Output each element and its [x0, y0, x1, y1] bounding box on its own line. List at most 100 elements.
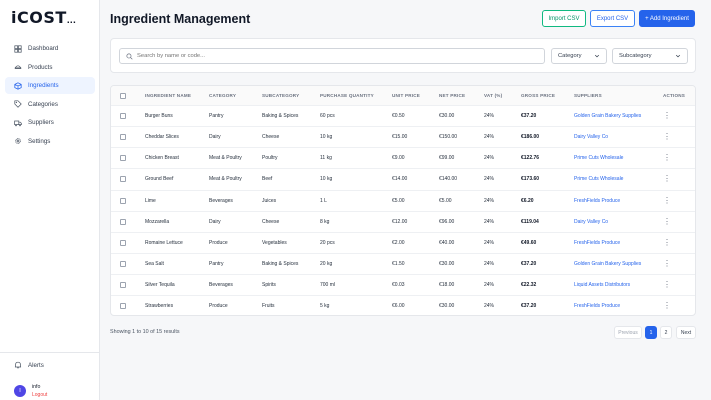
row-checkbox[interactable] [120, 197, 126, 204]
column-header: ACTIONS [663, 93, 686, 98]
table-row[interactable]: Ground Beef Meat & Poultry Beef 10 kg €14.00… [111, 169, 695, 191]
more-actions-icon[interactable]: ⋮ [663, 238, 671, 246]
page-button-2[interactable]: 2 [660, 326, 672, 339]
cell-ingredient-name: Strawberries [145, 303, 174, 310]
column-header[interactable]: PURCHASE QUANTITY [320, 86, 374, 105]
table-row[interactable]: Burger Buns Pantry Baking & Spices 60 pcs €0… [111, 106, 695, 128]
cell-supplier[interactable]: Dairy Valley Co [574, 212, 608, 232]
cell-supplier[interactable]: FreshFields Produce [574, 233, 620, 253]
more-actions-icon[interactable]: ⋮ [663, 112, 671, 120]
row-checkbox[interactable] [120, 239, 126, 246]
search-input[interactable] [137, 53, 537, 59]
cell-unit-price: €15.00 [392, 134, 408, 141]
column-header[interactable]: VAT (%) [484, 86, 502, 105]
previous-page-button[interactable]: Previous [614, 326, 642, 339]
more-actions-icon[interactable]: ⋮ [663, 196, 671, 204]
table-row[interactable]: Cheddar Slices Dairy Cheese 10 kg €15.00 €150… [111, 127, 695, 149]
alerts-button[interactable]: Alerts [14, 361, 44, 369]
column-header[interactable]: NET PRICE [439, 86, 465, 105]
column-header[interactable]: INGREDIENT NAME [145, 86, 191, 105]
cell-unit-price: €14.00 [392, 176, 408, 183]
cell-gross-price: €49.60 [521, 239, 537, 246]
table-row[interactable]: Lime Beverages Juices 1 L €5.00 €5.00 24% €6.20… [111, 190, 695, 212]
cell-supplier[interactable]: Dairy Valley Co [574, 127, 608, 147]
cell-purchase-quantity: 700 ml [320, 281, 336, 288]
row-checkbox[interactable] [120, 260, 126, 267]
cell-supplier[interactable]: FreshFields Produce [574, 190, 620, 210]
cell-supplier[interactable]: Golden Grain Bakery Supplies [574, 254, 641, 274]
subcategory-select[interactable]: Subcategory [612, 48, 688, 64]
cell-category: Beverages [209, 197, 233, 204]
row-checkbox[interactable] [120, 303, 126, 310]
more-actions-icon[interactable]: ⋮ [663, 175, 671, 183]
sidebar-item-categories[interactable]: Categories [5, 96, 95, 113]
cell-net-price: €96.00 [439, 218, 455, 225]
table-row[interactable]: Strawberries Produce Fruits 5 kg €6.00 €30.00… [111, 296, 695, 315]
cell-category: Pantry [209, 113, 224, 120]
more-actions-icon[interactable]: ⋮ [663, 154, 671, 162]
search-icon [126, 52, 133, 60]
row-checkbox[interactable] [120, 176, 126, 183]
cell-supplier[interactable]: Prime Cuts Wholesale [574, 148, 623, 168]
cell-purchase-quantity: 1 L [320, 197, 327, 204]
column-header[interactable]: SUBCATEGORY [262, 86, 299, 105]
logout-link[interactable]: Logout [32, 391, 47, 399]
sidebar-item-products[interactable]: Products [5, 59, 95, 76]
import-csv-button[interactable]: Import CSV [542, 10, 586, 27]
sidebar-item-settings[interactable]: Settings [5, 133, 95, 150]
ingredients-icon [14, 82, 22, 90]
cell-subcategory: Beef [262, 176, 273, 183]
sidebar-item-label: Ingredients [28, 82, 59, 90]
dashboard-icon [14, 44, 22, 53]
more-actions-icon[interactable]: ⋮ [663, 217, 671, 225]
next-page-button[interactable]: Next [676, 326, 696, 339]
user-profile: I info Logout [14, 383, 47, 399]
row-checkbox[interactable] [120, 281, 126, 288]
table-row[interactable]: Sea Salt Pantry Baking & Spices 20 kg €1.50 €… [111, 254, 695, 275]
cell-supplier[interactable]: FreshFields Produce [574, 296, 620, 315]
sidebar-item-ingredients[interactable]: Ingredients [5, 77, 95, 95]
sidebar: iCOST... Dashboard Products Ingredients … [0, 0, 100, 400]
categories-icon [14, 100, 22, 108]
cell-supplier[interactable]: Golden Grain Bakery Supplies [574, 106, 641, 126]
export-csv-button[interactable]: Export CSV [590, 10, 635, 27]
cell-vat: 24% [484, 113, 495, 120]
page-button-1[interactable]: 1 [645, 326, 657, 339]
column-header[interactable]: SUPPLIERS [574, 86, 602, 105]
more-actions-icon[interactable]: ⋮ [663, 133, 671, 141]
column-header[interactable]: UNIT PRICE [392, 86, 420, 105]
cell-net-price: €40.00 [439, 239, 455, 246]
column-header[interactable]: GROSS PRICE [521, 86, 555, 105]
subcategory-select-value: Subcategory [619, 53, 652, 59]
cell-unit-price: €9.00 [392, 155, 405, 162]
cell-gross-price: €22.32 [521, 281, 537, 288]
more-actions-icon[interactable]: ⋮ [663, 259, 671, 267]
column-header[interactable]: CATEGORY [209, 86, 236, 105]
cell-gross-price: €37.20 [521, 303, 537, 310]
add-ingredient-button[interactable]: + Add Ingredient [639, 10, 695, 27]
row-checkbox[interactable] [120, 134, 126, 141]
chevron-down-icon [675, 54, 681, 58]
cell-category: Pantry [209, 260, 224, 267]
row-checkbox[interactable] [120, 155, 126, 162]
row-checkbox[interactable] [120, 113, 126, 120]
table-row[interactable]: Chicken Breast Meat & Poultry Poultry 11 kg… [111, 148, 695, 170]
alerts-label: Alerts [28, 361, 44, 369]
table-row[interactable]: Mozzarella Dairy Cheese 8 kg €12.00 €96.00 24%… [111, 212, 695, 233]
category-select[interactable]: Category [551, 48, 607, 64]
table-row[interactable]: Romaine Lettuce Produce Vegetables 20 pcs €2… [111, 233, 695, 254]
cell-subcategory: Baking & Spices [262, 260, 299, 267]
row-checkbox[interactable] [120, 218, 126, 225]
more-actions-icon[interactable]: ⋮ [663, 280, 671, 288]
select-all-checkbox[interactable] [120, 92, 126, 99]
more-actions-icon[interactable]: ⋮ [663, 302, 671, 310]
cell-supplier[interactable]: Liquid Assets Distributors [574, 275, 630, 295]
cell-vat: 24% [484, 239, 495, 246]
sidebar-item-suppliers[interactable]: Suppliers [5, 114, 95, 131]
sidebar-item-dashboard[interactable]: Dashboard [5, 40, 95, 57]
cell-supplier[interactable]: Prime Cuts Wholesale [574, 169, 623, 189]
avatar[interactable]: I [14, 385, 26, 397]
cell-category: Meat & Poultry [209, 155, 242, 162]
table-row[interactable]: Silver Tequila Beverages Spirits 700 ml €0.0… [111, 275, 695, 297]
app-logo[interactable]: iCOST... [11, 8, 76, 27]
